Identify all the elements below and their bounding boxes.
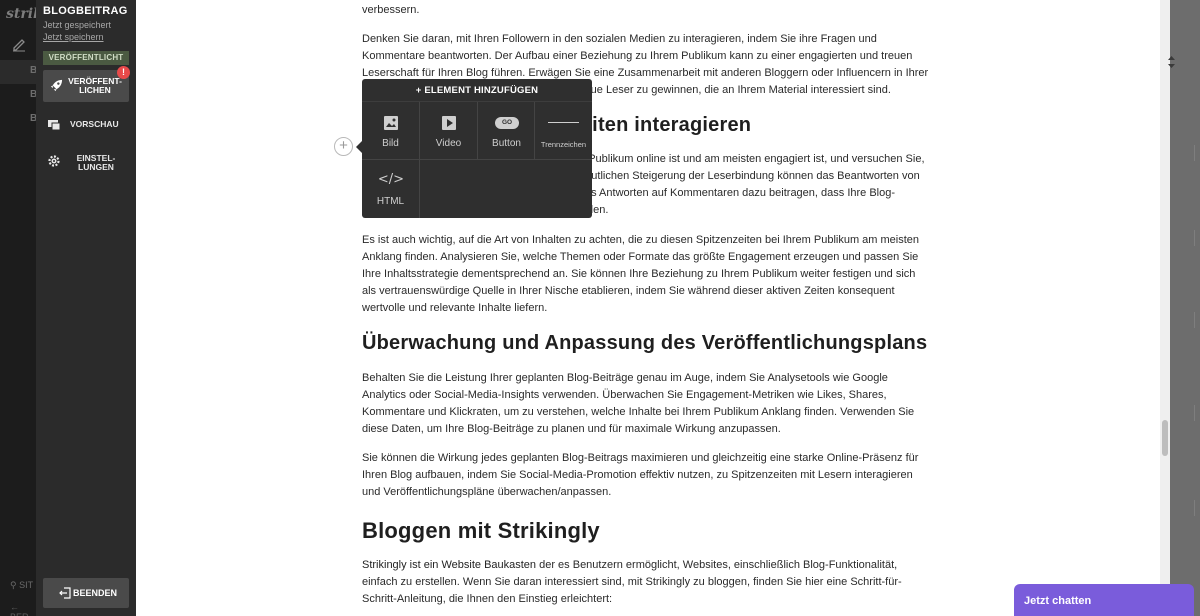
gear-icon — [48, 155, 60, 167]
search-icon: ⚲ — [10, 580, 17, 590]
option-label: Bild — [382, 138, 399, 149]
image-icon — [384, 116, 398, 130]
scrollbar-thumb[interactable] — [1162, 420, 1168, 456]
add-divider-option[interactable]: Trennzeichen — [535, 102, 592, 159]
publish-button[interactable]: VERÖFFENT-LICHEN ! — [43, 66, 130, 102]
add-element-button[interactable]: + — [334, 137, 353, 156]
app-nav-row[interactable]: B — [0, 60, 37, 84]
sort-arrows-icon[interactable] — [1167, 55, 1176, 69]
publish-label: VERÖFFENT-LICHEN — [68, 76, 122, 95]
button-go-icon: GO — [495, 117, 519, 129]
exit-door-icon — [59, 587, 71, 599]
add-video-option[interactable]: Video — [420, 102, 477, 159]
published-status-badge: VERÖFFENTLICHT — [43, 51, 129, 65]
app-search-link[interactable]: ⚲ SIT — [10, 580, 33, 591]
exit-label: BEENDEN — [73, 588, 118, 598]
option-label: HTML — [376, 196, 405, 207]
section-heading[interactable]: Überwachung und Anpassung des Veröffentl… — [362, 332, 932, 355]
exit-button[interactable]: BEENDEN — [43, 578, 129, 608]
paragraph[interactable]: Strikingly ist ein Website Baukasten der… — [362, 557, 932, 608]
add-element-popover: + ELEMENT HINZUFÜGEN Bild Video GO Butto… — [356, 79, 592, 218]
page-scrollbar[interactable] — [1160, 0, 1170, 616]
paragraph[interactable]: Es ist auch wichtig, auf die Art von Inh… — [362, 232, 932, 317]
popover-title: + ELEMENT HINZUFÜGEN — [362, 79, 592, 102]
paragraph[interactable]: Behalten Sie die Leistung Ihrer geplante… — [362, 370, 932, 438]
app-nav-row[interactable]: B — [0, 84, 37, 108]
paragraph[interactable]: verbessern. — [362, 2, 932, 19]
app-strip: strik B B B ⚲ SIT ← BER — [0, 0, 43, 616]
paragraph[interactable]: Sie können die Wirkung jedes geplanten B… — [362, 450, 932, 501]
dimmed-side-panel — [1170, 0, 1200, 616]
add-button-option[interactable]: GO Button — [478, 102, 535, 159]
option-label: Button — [492, 138, 521, 149]
divider-line-icon — [548, 122, 579, 123]
code-icon: </> — [377, 172, 405, 187]
preview-label: VORSCHAU — [70, 119, 119, 129]
settings-label: EINSTEL-LUNGEN — [76, 153, 116, 172]
save-status: Jetzt gespeichert — [43, 20, 112, 30]
blog-post-sidebar: BLOGBEITRAG Jetzt gespeichert Jetzt spei… — [36, 0, 136, 616]
option-label: Video — [435, 138, 462, 149]
alert-badge: ! — [117, 66, 130, 79]
section-heading[interactable]: Bloggen mit Strikingly — [362, 518, 932, 544]
preview-button[interactable]: VORSCHAU — [43, 110, 129, 140]
chat-now-button[interactable]: Jetzt chatten — [1014, 584, 1194, 616]
option-label: Trennzeichen — [540, 140, 587, 149]
monitor-preview-icon — [48, 120, 61, 131]
add-html-option[interactable]: </> HTML — [362, 160, 419, 217]
blog-post-editor-page: verbessern. Denken Sie daran, mit Ihren … — [136, 0, 1160, 616]
app-back-link[interactable]: ← BER — [10, 602, 36, 616]
settings-button[interactable]: EINSTEL-LUNGEN — [43, 146, 129, 176]
website-builder-link[interactable]: Strikingly ist ein Website Baukasten — [362, 559, 536, 571]
add-image-option[interactable]: Bild — [362, 102, 419, 159]
edit-pen-icon[interactable] — [11, 36, 27, 52]
rocket-icon — [50, 79, 63, 92]
video-play-icon — [442, 116, 456, 130]
save-now-link[interactable]: Jetzt speichern — [43, 32, 104, 42]
sidebar-title: BLOGBEITRAG — [43, 5, 128, 17]
app-nav-row[interactable]: B — [0, 108, 37, 132]
